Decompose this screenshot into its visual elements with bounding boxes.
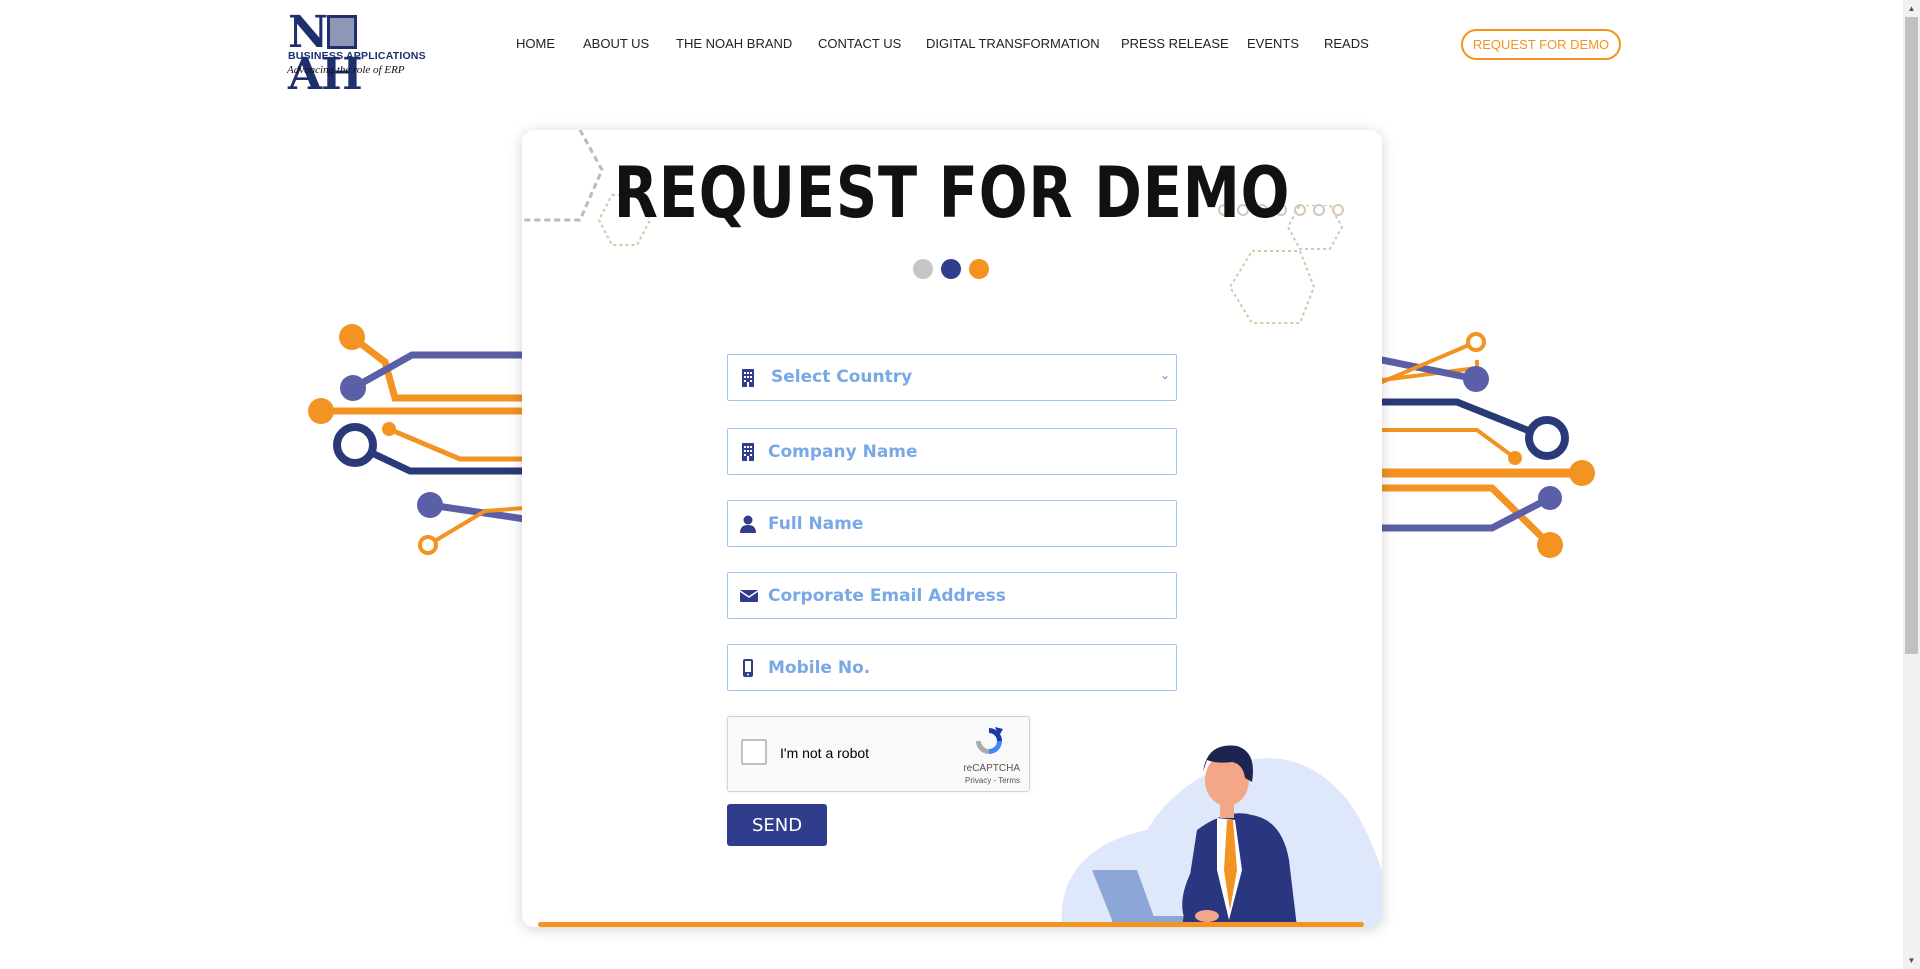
dot-orange xyxy=(969,259,989,279)
noah-logo[interactable]: NAH BUSINESS APPLICATIONS Advancing the … xyxy=(286,11,426,97)
logo-emblem xyxy=(327,15,358,49)
mobile-input[interactable] xyxy=(768,645,1158,690)
chevron-down-icon: ⌄ xyxy=(1159,368,1170,382)
mobile-icon xyxy=(743,659,753,677)
country-select[interactable]: Select Country ⌄ xyxy=(727,354,1177,401)
page-title: REQUEST FOR DEMO xyxy=(613,152,1291,234)
card-bottom-accent-bar xyxy=(538,922,1364,927)
nav-reads[interactable]: READS xyxy=(1324,36,1369,51)
country-select-value: Select Country xyxy=(771,367,913,387)
page-scrollbar[interactable]: ▲ ▼ xyxy=(1903,0,1920,969)
user-icon xyxy=(740,515,756,533)
recaptcha-privacy-terms[interactable]: Privacy - Terms xyxy=(728,776,1020,785)
building-icon xyxy=(742,443,754,461)
nav-digital-transformation[interactable]: DIGITAL TRANSFORMATION xyxy=(926,36,1100,51)
scroll-up-arrow-icon[interactable]: ▲ xyxy=(1903,0,1920,17)
businessman-illustration xyxy=(1061,745,1382,927)
nav-the-noah-brand[interactable]: THE NOAH BRAND xyxy=(676,36,792,51)
full-name-field xyxy=(727,500,1177,547)
right-circuit-decoration xyxy=(1382,332,1595,558)
nav-contact-us[interactable]: CONTACT US xyxy=(818,36,901,51)
recaptcha-logo-icon xyxy=(976,727,1003,754)
left-circuit-decoration xyxy=(308,324,525,555)
nav-events[interactable]: EVENTS xyxy=(1247,36,1299,51)
recaptcha-widget: I'm not a robot reCAPTCHA Privacy - Term… xyxy=(727,716,1030,792)
demo-form-card: REQUEST FOR DEMO Select Country ⌄ I'm no… xyxy=(522,130,1382,927)
send-button[interactable]: SEND xyxy=(727,804,827,846)
full-name-input[interactable] xyxy=(768,501,1158,546)
nav-about-us[interactable]: ABOUT US xyxy=(583,36,649,51)
site-header: NAH BUSINESS APPLICATIONS Advancing the … xyxy=(0,0,1900,100)
scroll-thumb[interactable] xyxy=(1905,17,1918,654)
scroll-down-arrow-icon[interactable]: ▼ xyxy=(1903,952,1920,969)
envelope-icon xyxy=(740,590,758,602)
mobile-field xyxy=(727,644,1177,691)
logo-tagline: Advancing the role of ERP xyxy=(287,64,405,76)
recaptcha-brand: reCAPTCHA xyxy=(963,763,1020,774)
nav-home[interactable]: HOME xyxy=(516,36,555,51)
email-field xyxy=(727,572,1177,619)
dot-navy xyxy=(941,259,961,279)
company-name-field xyxy=(727,428,1177,475)
nav-press-release[interactable]: PRESS RELEASE xyxy=(1121,36,1229,51)
email-input[interactable] xyxy=(768,573,1158,618)
request-demo-button[interactable]: REQUEST FOR DEMO xyxy=(1461,29,1621,60)
logo-subtitle: BUSINESS APPLICATIONS xyxy=(288,50,426,62)
company-name-input[interactable] xyxy=(768,429,1158,474)
dot-grey xyxy=(913,259,933,279)
recaptcha-checkbox[interactable] xyxy=(741,739,767,765)
building-icon xyxy=(742,369,754,387)
recaptcha-label: I'm not a robot xyxy=(780,745,870,761)
